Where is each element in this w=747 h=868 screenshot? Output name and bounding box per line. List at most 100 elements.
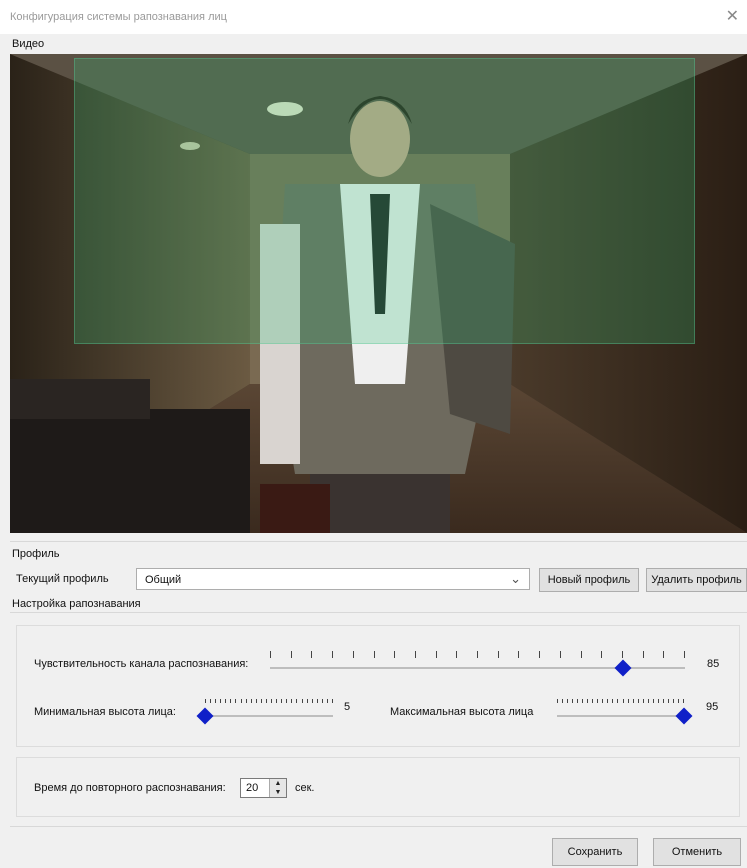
- sensitivity-value: 85: [707, 658, 720, 670]
- slider-track: [557, 715, 684, 717]
- slider-tick: [627, 699, 629, 703]
- max-face-height-label: Максимальная высота лица: [390, 706, 534, 718]
- slider-tick: [577, 699, 579, 703]
- slider-tick: [271, 699, 273, 703]
- recognition-settings-panel: [16, 625, 740, 747]
- slider-tick: [647, 699, 649, 703]
- repeat-interval-value: 20: [246, 782, 259, 794]
- slider-tick: [580, 651, 582, 658]
- slider-tick: [291, 699, 293, 703]
- repeat-interval-label: Время до повторного распознавания:: [34, 782, 226, 794]
- slider-ticks: [205, 699, 333, 707]
- slider-tick: [607, 699, 609, 703]
- slider-tick: [683, 699, 684, 703]
- slider-tick: [587, 699, 589, 703]
- slider-tick: [205, 699, 206, 703]
- detection-zone-overlay[interactable]: [74, 58, 695, 344]
- slider-tick: [572, 699, 574, 703]
- slider-tick: [559, 651, 561, 658]
- slider-tick: [316, 699, 318, 703]
- slider-ticks: [557, 699, 684, 707]
- video-preview: [10, 54, 747, 533]
- slider-tick: [632, 699, 634, 703]
- slider-tick: [332, 651, 334, 658]
- cancel-button[interactable]: Отменить: [653, 838, 741, 866]
- max-face-height-slider[interactable]: [557, 697, 693, 727]
- slider-tick: [684, 651, 685, 658]
- repeat-interval-unit: сек.: [295, 782, 315, 794]
- slider-tick: [215, 699, 217, 703]
- slider-tick: [672, 699, 674, 703]
- slider-tick: [326, 699, 328, 703]
- slider-tick: [394, 651, 396, 658]
- slider-tick: [617, 699, 619, 703]
- profile-group-label: Профиль: [12, 548, 60, 560]
- slider-tick: [622, 699, 624, 703]
- slider-tick: [677, 699, 679, 703]
- slider-tick: [270, 651, 271, 658]
- slider-tick: [602, 699, 604, 703]
- divider: [10, 826, 747, 827]
- slider-tick: [667, 699, 669, 703]
- slider-tick: [562, 699, 564, 703]
- min-face-height-slider[interactable]: [196, 697, 333, 727]
- slider-tick: [663, 651, 665, 658]
- slider-ticks: [270, 651, 685, 659]
- slider-tick: [567, 699, 569, 703]
- max-face-height-value: 95: [706, 701, 719, 713]
- slider-tick: [662, 699, 664, 703]
- video-group-label: Видео: [12, 38, 45, 50]
- slider-tick: [621, 651, 623, 658]
- slider-tick: [477, 651, 478, 658]
- slider-tick: [311, 651, 313, 658]
- divider: [10, 612, 747, 613]
- slider-tick: [652, 699, 654, 703]
- slider-tick: [597, 699, 599, 703]
- slider-tick: [456, 651, 458, 658]
- profile-select-value: Общий: [145, 574, 182, 586]
- divider: [10, 541, 747, 542]
- slider-tick: [637, 699, 639, 703]
- close-icon[interactable]: ✕: [726, 6, 739, 26]
- slider-tick: [557, 699, 558, 703]
- slider-tick: [240, 699, 242, 703]
- slider-tick: [592, 699, 594, 703]
- slider-tick: [260, 699, 262, 703]
- save-button[interactable]: Сохранить: [552, 838, 638, 866]
- delete-profile-button[interactable]: Удалить профиль: [646, 568, 747, 592]
- slider-tick: [352, 651, 354, 658]
- new-profile-button[interactable]: Новый профиль: [539, 568, 639, 592]
- repeat-interval-spinner[interactable]: 20 ▲ ▼: [240, 778, 287, 798]
- slider-tick: [332, 699, 333, 703]
- spinner-arrows-icon[interactable]: ▲ ▼: [269, 779, 286, 797]
- slider-tick: [612, 699, 614, 703]
- slider-tick: [373, 651, 375, 658]
- sensitivity-slider[interactable]: [270, 649, 685, 679]
- slider-tick: [518, 651, 520, 658]
- slider-tick: [250, 699, 252, 703]
- slider-tick: [539, 651, 541, 658]
- chevron-down-icon[interactable]: ⌄: [510, 571, 521, 587]
- sensitivity-label: Чувствительность канала распознавания:: [34, 658, 249, 670]
- profile-select[interactable]: Общий ⌄: [136, 568, 530, 590]
- slider-tick: [290, 651, 292, 658]
- slider-tick: [276, 699, 278, 703]
- slider-tick: [601, 651, 603, 658]
- slider-tick: [286, 699, 288, 703]
- slider-thumb[interactable]: [614, 659, 632, 677]
- slider-tick: [225, 699, 227, 703]
- slider-tick: [245, 699, 247, 703]
- title-bar: Конфигурация системы рапознавания лиц ✕: [0, 0, 747, 34]
- slider-tick: [311, 699, 313, 703]
- slider-tick: [255, 699, 257, 703]
- slider-tick: [642, 699, 644, 703]
- min-face-height-label: Минимальная высота лица:: [34, 706, 176, 718]
- slider-track: [205, 715, 333, 717]
- slider-tick: [642, 651, 644, 658]
- window-title: Конфигурация системы рапознавания лиц: [10, 11, 227, 23]
- slider-tick: [497, 651, 499, 658]
- slider-tick: [414, 651, 416, 658]
- slider-tick: [296, 699, 298, 703]
- min-face-height-value: 5: [344, 701, 351, 713]
- slider-tick: [435, 651, 437, 658]
